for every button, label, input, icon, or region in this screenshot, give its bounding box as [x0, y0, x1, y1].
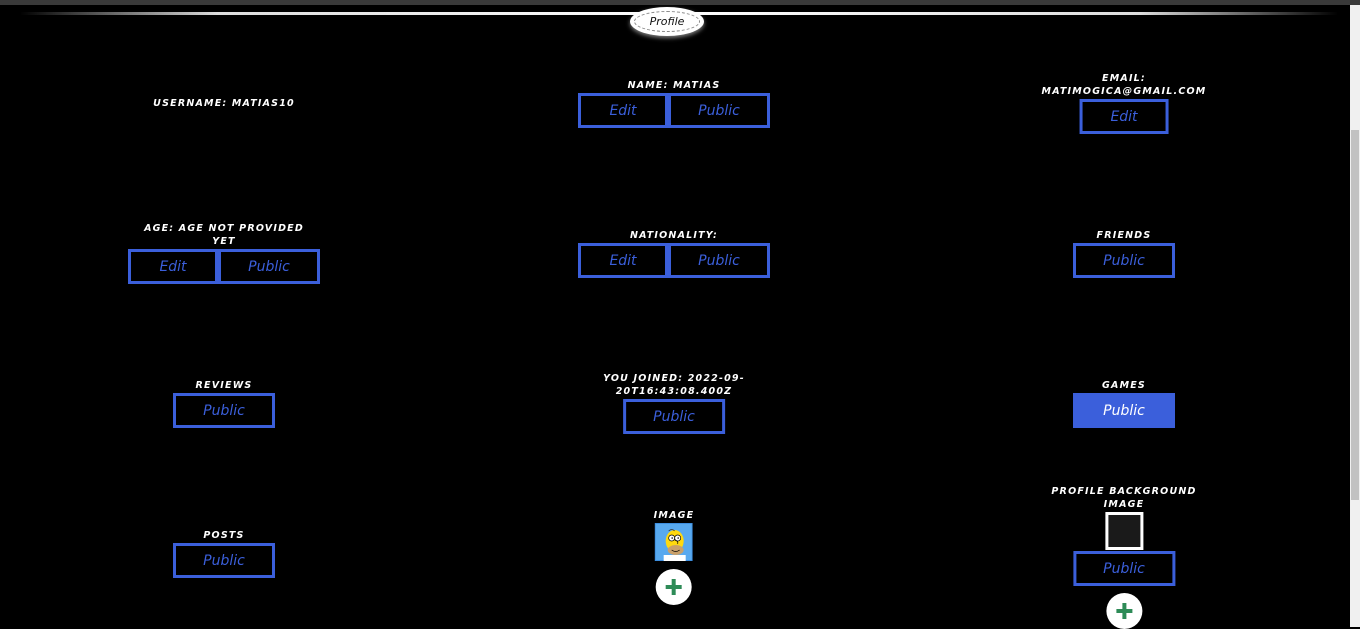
profile-avatar-image — [654, 523, 693, 565]
nationality-edit-button[interactable]: Edit — [578, 243, 668, 278]
age-label-line1: AGE: AGE NOT PROVIDED — [144, 223, 304, 234]
posts-public-button[interactable]: Public — [173, 543, 275, 578]
reviews-label: REVIEWS — [195, 380, 253, 391]
email-label-line2: MATIMOGICA@GMAIL.COM — [1041, 86, 1207, 97]
reviews-public-button[interactable]: Public — [173, 393, 275, 428]
username-field: USERNAME: MATIAS10 — [153, 97, 295, 110]
name-edit-button[interactable]: Edit — [578, 93, 668, 128]
background-label-line2: IMAGE — [1103, 499, 1145, 510]
plus-icon — [1115, 603, 1132, 619]
joined-field: YOU JOINED: 2022-09- 20T16:43:08.400Z Pu… — [603, 372, 745, 434]
image-field: IMAGE — [654, 509, 695, 605]
plus-icon — [665, 579, 682, 595]
friends-field: FRIENDS Public — [1073, 229, 1175, 278]
background-public-button[interactable]: Public — [1072, 551, 1175, 586]
name-public-button[interactable]: Public — [668, 93, 770, 128]
nationality-label: NATIONALITY: — [629, 230, 719, 241]
background-label-line1: PROFILE BACKGROUND — [1051, 486, 1197, 497]
profile-tab[interactable]: Profile — [630, 7, 704, 36]
background-swatch[interactable] — [1104, 512, 1143, 550]
age-edit-button[interactable]: Edit — [128, 249, 218, 284]
add-background-button[interactable] — [1105, 593, 1142, 629]
age-public-button[interactable]: Public — [218, 249, 320, 284]
games-public-button[interactable]: Public — [1073, 393, 1175, 428]
image-label: IMAGE — [653, 510, 695, 521]
browser-top-strip — [0, 0, 1360, 5]
profile-tab-label: Profile — [634, 11, 700, 32]
joined-label-line1: YOU JOINED: 2022-09- — [603, 373, 745, 384]
friends-public-button[interactable]: Public — [1073, 243, 1175, 278]
scrollbar-thumb[interactable] — [1351, 130, 1359, 500]
nationality-field: NATIONALITY: Edit Public — [578, 229, 770, 278]
reviews-field: REVIEWS Public — [173, 379, 275, 428]
email-edit-button[interactable]: Edit — [1079, 99, 1169, 134]
friends-label: FRIENDS — [1096, 230, 1152, 241]
age-field: AGE: AGE NOT PROVIDED YET Edit Public — [128, 222, 320, 284]
username-label: USERNAME: MATIAS10 — [153, 98, 295, 109]
games-field: GAMES Public — [1073, 379, 1175, 428]
name-label: NAME: MATIAS — [627, 80, 721, 91]
age-label-line2: YET — [212, 236, 236, 247]
posts-label: POSTS — [203, 530, 245, 541]
add-image-button[interactable] — [655, 569, 692, 605]
games-label: GAMES — [1102, 380, 1146, 391]
posts-field: POSTS Public — [173, 529, 275, 578]
joined-public-button[interactable]: Public — [622, 399, 725, 434]
email-label-line1: EMAIL: — [1102, 73, 1146, 84]
nationality-public-button[interactable]: Public — [668, 243, 770, 278]
vertical-scrollbar[interactable] — [1350, 5, 1360, 627]
background-field: PROFILE BACKGROUND IMAGE Public — [1051, 485, 1196, 629]
email-field: EMAIL: MATIMOGICA@GMAIL.COM Edit — [1042, 72, 1207, 134]
joined-label-line2: 20T16:43:08.400Z — [615, 386, 733, 397]
name-field: NAME: MATIAS Edit Public — [578, 79, 770, 128]
